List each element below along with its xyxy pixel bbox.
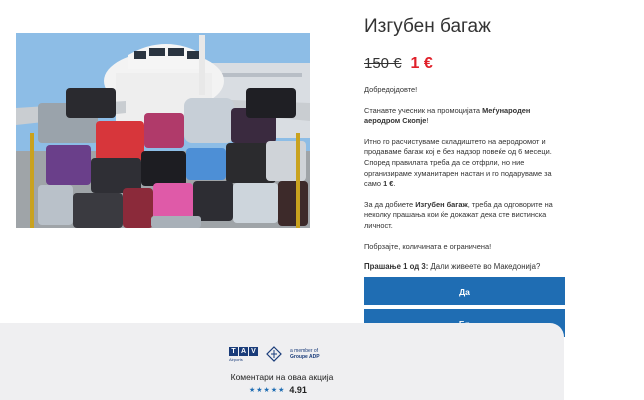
price-row: 150 € 1 €: [364, 55, 565, 73]
product-title: Изгубен багаж: [364, 16, 491, 37]
product-details: Изгубен багаж 150 € 1 € Добредојдовте! С…: [364, 14, 565, 341]
inline-product-name: Изгубен багаж: [415, 199, 468, 209]
tav-logo: T A V Airports: [229, 346, 258, 362]
adp-logo-icon: [266, 346, 282, 362]
question-text: Дали живеете во Македонија?: [428, 262, 541, 272]
partner-logos: T A V Airports a member of Groupe ADP: [229, 346, 320, 362]
instructions-paragraph: За да добиете Изгубен багаж, треба да од…: [364, 199, 553, 230]
new-price: 1 €: [410, 55, 433, 72]
promo-paragraph: Станавте учесник на промоцијата Меѓунаро…: [364, 105, 531, 126]
quiz-question: Прашање 1 од 3: Дали живеете во Македони…: [364, 262, 565, 271]
urgency-text: Побрзајте, количината е ограничена!: [364, 241, 492, 251]
answer-yes-button[interactable]: Да: [364, 277, 565, 306]
comments-label: Коментари на оваа акција: [230, 372, 334, 382]
footer: T A V Airports a member of Groupe ADP Ко…: [0, 323, 564, 400]
star-icons: ★★★★★: [249, 387, 286, 394]
product-image: [16, 33, 310, 228]
rating-score: 4.91: [289, 385, 307, 395]
greeting-text: Добредојдовте!: [364, 85, 418, 94]
question-counter: Прашање 1 од 3:: [364, 262, 429, 272]
rating: ★★★★★ 4.91: [249, 385, 307, 395]
adp-logo-text: a member of Groupe ADP: [290, 348, 320, 360]
explanation-paragraph: Итно го расчистуваме складиштето на аеро…: [364, 136, 552, 189]
inline-price: 1 €: [383, 179, 394, 189]
old-price: 150 €: [364, 55, 402, 72]
